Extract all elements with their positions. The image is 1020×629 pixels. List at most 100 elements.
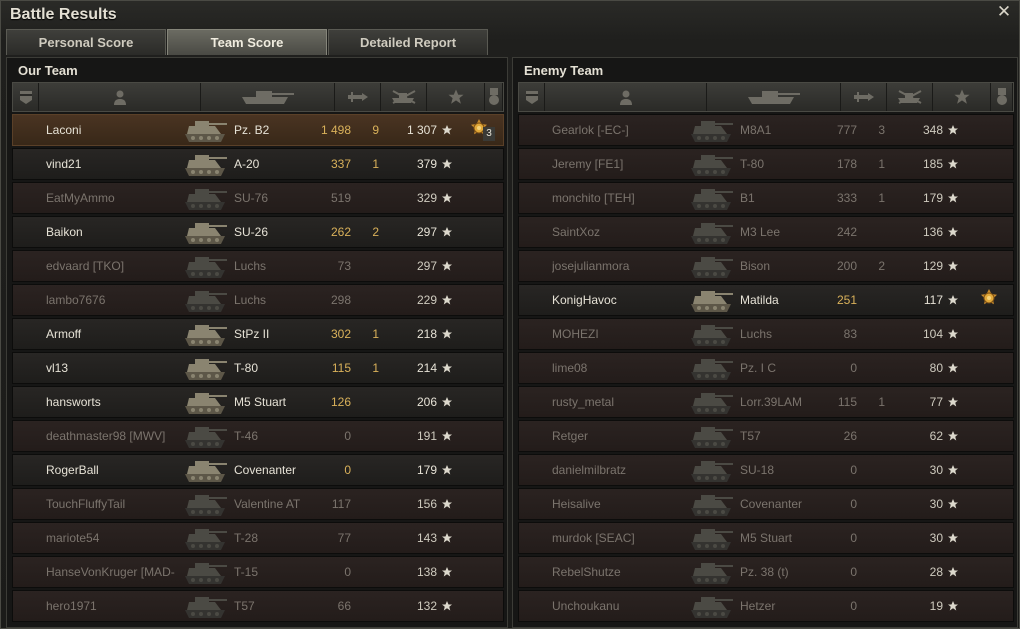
xp-value: 138 bbox=[416, 565, 437, 579]
tank-icon bbox=[687, 390, 737, 416]
player-row[interactable]: Retger T57 26 62 bbox=[518, 420, 1014, 452]
xp-star-icon bbox=[947, 158, 959, 170]
column-header-player-icon[interactable] bbox=[545, 83, 707, 111]
damage-value: 178 bbox=[836, 157, 857, 171]
tab-personal-score[interactable]: Personal Score bbox=[6, 29, 166, 55]
xp-value: 80 bbox=[929, 361, 943, 375]
tab-team-score[interactable]: Team Score bbox=[167, 29, 327, 55]
kills-value bbox=[353, 285, 379, 315]
player-name: hero1971 bbox=[46, 599, 97, 613]
medal-icon[interactable] bbox=[977, 288, 1001, 312]
player-row[interactable]: danielmilbratz SU-18 0 30 bbox=[518, 454, 1014, 486]
xp-star-icon bbox=[947, 192, 959, 204]
kills-value bbox=[353, 251, 379, 281]
tab-bar: Personal Score Team Score Detailed Repor… bbox=[6, 29, 506, 55]
player-row[interactable]: josejulianmora Bison 200 2 129 bbox=[518, 250, 1014, 282]
column-header-squad-icon[interactable] bbox=[519, 83, 545, 111]
kills-value bbox=[859, 217, 885, 247]
kills-value bbox=[353, 591, 379, 621]
xp-star-icon bbox=[441, 226, 453, 238]
column-header-squad-icon[interactable] bbox=[13, 83, 39, 111]
kills-value bbox=[353, 387, 379, 417]
player-name: deathmaster98 [MWV] bbox=[46, 429, 166, 443]
damage-value: 242 bbox=[836, 225, 857, 239]
column-header-xp-star-icon[interactable] bbox=[427, 83, 485, 111]
player-row[interactable]: deathmaster98 [MWV] T-46 0 191 bbox=[12, 420, 504, 452]
kills-value bbox=[353, 489, 379, 519]
xp-value: 229 bbox=[416, 293, 437, 307]
player-row[interactable]: Baikon SU-26 262 2 297 bbox=[12, 216, 504, 248]
kills-icon bbox=[897, 90, 921, 104]
player-row[interactable]: KonigHavoc Matilda 251 117 bbox=[518, 284, 1014, 316]
tank-icon bbox=[181, 118, 231, 144]
column-header-damage-icon[interactable] bbox=[335, 83, 381, 111]
xp-value: 136 bbox=[922, 225, 943, 239]
xp-value: 30 bbox=[929, 463, 943, 477]
xp-value: 218 bbox=[416, 327, 437, 341]
player-row[interactable]: rusty_metal Lorr.39LAM 115 1 77 bbox=[518, 386, 1014, 418]
damage-value: 200 bbox=[836, 259, 857, 273]
close-icon[interactable]: ✕ bbox=[995, 3, 1013, 21]
player-name: Baikon bbox=[46, 225, 83, 239]
player-row[interactable]: TouchFluffyTail Valentine AT 117 156 bbox=[12, 488, 504, 520]
kills-value bbox=[859, 285, 885, 315]
player-row[interactable]: vind21 A-20 337 1 379 bbox=[12, 148, 504, 180]
damage-value: 0 bbox=[850, 531, 857, 545]
player-name: KonigHavoc bbox=[552, 293, 617, 307]
xp-star-icon bbox=[441, 328, 453, 340]
column-header-medal-icon[interactable] bbox=[485, 83, 503, 111]
player-row[interactable]: mariote54 T-28 77 143 bbox=[12, 522, 504, 554]
player-row[interactable]: Laconi Pz. B2 1 498 9 1 307 3 bbox=[12, 114, 504, 146]
medal-icon bbox=[488, 88, 499, 105]
player-row[interactable]: hansworts M5 Stuart 126 206 bbox=[12, 386, 504, 418]
our-team-column-header bbox=[12, 82, 504, 112]
tank-icon bbox=[687, 560, 737, 586]
xp-star-icon bbox=[947, 430, 959, 442]
player-row[interactable]: RogerBall Covenanter 0 179 bbox=[12, 454, 504, 486]
player-row[interactable]: EatMyAmmo SU-76 519 329 bbox=[12, 182, 504, 214]
damage-value: 298 bbox=[330, 293, 351, 307]
column-header-medal-icon[interactable] bbox=[991, 83, 1013, 111]
column-header-player-icon[interactable] bbox=[39, 83, 201, 111]
player-row[interactable]: vl13 T-80 115 1 214 bbox=[12, 352, 504, 384]
player-row[interactable]: SaintXoz M3 Lee 242 136 bbox=[518, 216, 1014, 248]
damage-value: 115 bbox=[331, 361, 351, 375]
kills-value bbox=[353, 557, 379, 587]
xp-value: 297 bbox=[416, 225, 437, 239]
player-row[interactable]: Armoff StPz II 302 1 218 bbox=[12, 318, 504, 350]
xp-value: 104 bbox=[922, 327, 943, 341]
player-row[interactable]: Jeremy [FE1] T-80 178 1 185 bbox=[518, 148, 1014, 180]
player-row[interactable]: Gearlok [-EC-] M8A1 777 3 348 bbox=[518, 114, 1014, 146]
player-row[interactable]: Unchoukanu Hetzer 0 19 bbox=[518, 590, 1014, 622]
damage-value: 0 bbox=[850, 497, 857, 511]
kills-value: 1 bbox=[372, 361, 379, 375]
column-header-tank-icon[interactable] bbox=[707, 83, 841, 111]
player-row[interactable]: murdok [SEAC] M5 Stuart 0 30 bbox=[518, 522, 1014, 554]
player-row[interactable]: edvaard [TKO] Luchs 73 297 bbox=[12, 250, 504, 282]
player-row[interactable]: MOHEZI Luchs 83 104 bbox=[518, 318, 1014, 350]
tab-detailed-report[interactable]: Detailed Report bbox=[328, 29, 488, 55]
player-row[interactable]: lambo7676 Luchs 298 229 bbox=[12, 284, 504, 316]
column-header-tank-icon[interactable] bbox=[201, 83, 335, 111]
xp-value: 348 bbox=[922, 123, 943, 137]
kills-value bbox=[353, 523, 379, 553]
column-header-kills-icon[interactable] bbox=[381, 83, 427, 111]
player-row[interactable]: monchito [TEH] B1 333 1 179 bbox=[518, 182, 1014, 214]
column-header-kills-icon[interactable] bbox=[887, 83, 933, 111]
player-name: RogerBall bbox=[46, 463, 99, 477]
column-header-damage-icon[interactable] bbox=[841, 83, 887, 111]
player-row[interactable]: Heisalive Covenanter 0 30 bbox=[518, 488, 1014, 520]
player-row[interactable]: HanseVonKruger [MAD- T-15 0 138 bbox=[12, 556, 504, 588]
player-row[interactable]: RebelShutze Pz. 38 (t) 0 28 bbox=[518, 556, 1014, 588]
tank-icon bbox=[687, 594, 737, 620]
column-header-xp-star-icon[interactable] bbox=[933, 83, 991, 111]
xp-value: 132 bbox=[416, 599, 437, 613]
tank-icon bbox=[687, 220, 737, 246]
kills-value: 1 bbox=[878, 191, 885, 205]
xp-star-icon bbox=[947, 362, 959, 374]
player-row[interactable]: hero1971 T57 66 132 bbox=[12, 590, 504, 622]
xp-star-icon bbox=[947, 566, 959, 578]
player-row[interactable]: lime08 Pz. I C 0 80 bbox=[518, 352, 1014, 384]
xp-value: 329 bbox=[416, 191, 437, 205]
xp-star-icon bbox=[947, 396, 959, 408]
